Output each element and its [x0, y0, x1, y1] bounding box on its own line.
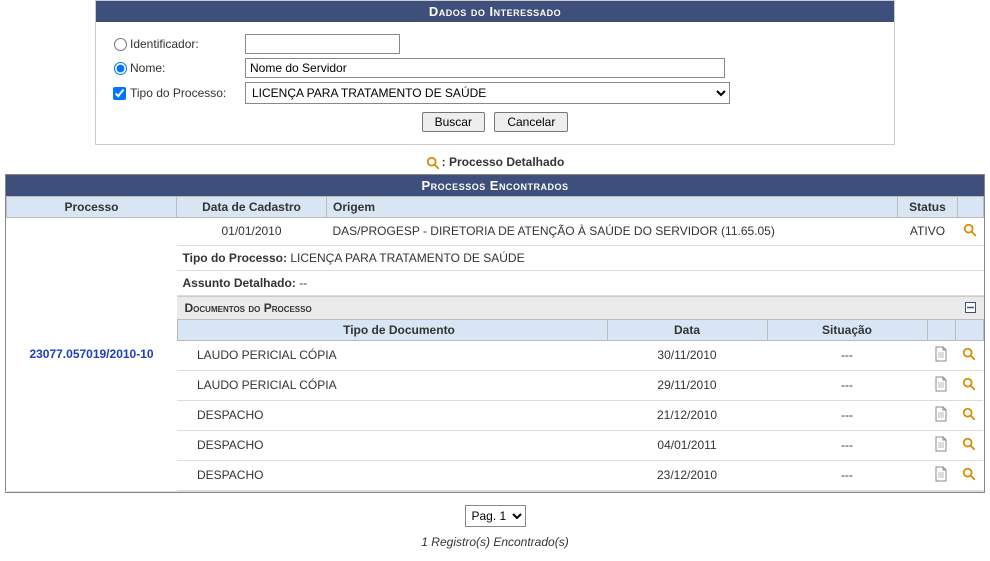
panel-title: Dados do Interessado — [96, 1, 894, 22]
docs-header: Documentos do Processo — [185, 301, 312, 315]
doc-data: 04/01/2011 — [607, 430, 767, 460]
doc-tipo: DESPACHO — [177, 460, 607, 490]
identificador-label: Identificador: — [130, 37, 199, 51]
doc-situacao: --- — [767, 430, 927, 460]
nome-label: Nome: — [130, 61, 165, 75]
document-row: LAUDO PERICIAL CÓPIA30/11/2010--- — [177, 340, 983, 370]
col-status: Status — [897, 196, 957, 217]
doc-col-sit: Situação — [767, 319, 927, 340]
buscar-button[interactable]: Buscar — [422, 112, 485, 132]
nome-radio[interactable] — [114, 62, 127, 75]
page-select[interactable]: Pag. 1 — [465, 505, 526, 527]
results-header: Processos Encontrados — [6, 175, 984, 196]
col-origem: Origem — [327, 196, 898, 217]
document-row: DESPACHO21/12/2010--- — [177, 400, 983, 430]
tipo-label: Tipo do Processo: — [183, 251, 287, 265]
origem-cell: DAS/PROGESP - DIRETORIA DE ATENÇÃO À SAÚ… — [327, 217, 898, 245]
doc-col-tipo: Tipo de Documento — [177, 319, 607, 340]
legend-text: : Processo Detalhado — [442, 155, 565, 169]
doc-tipo: DESPACHO — [177, 400, 607, 430]
document-icon[interactable] — [934, 406, 948, 422]
assunto-label: Assunto Detalhado: — [183, 276, 296, 290]
doc-situacao: --- — [767, 400, 927, 430]
doc-data: 30/11/2010 — [607, 340, 767, 370]
pager: Pag. 1 — [0, 493, 990, 531]
legend-bar: : Processo Detalhado — [0, 145, 990, 174]
doc-tipo: LAUDO PERICIAL CÓPIA — [177, 370, 607, 400]
processo-link[interactable]: 23077.057019/2010-10 — [29, 347, 153, 361]
doc-data: 29/11/2010 — [607, 370, 767, 400]
tipo-processo-select[interactable]: LICENÇA PARA TRATAMENTO DE SAÚDE — [245, 82, 730, 104]
magnifier-icon — [426, 156, 440, 170]
tipo-processo-label: Tipo do Processo: — [130, 86, 226, 100]
data-cadastro: 01/01/2010 — [177, 217, 327, 245]
results-table: Processo Data de Cadastro Origem Status … — [6, 196, 984, 492]
col-processo: Processo — [7, 196, 177, 217]
document-icon[interactable] — [934, 346, 948, 362]
tipo-value: LICENÇA PARA TRATAMENTO DE SAÚDE — [290, 251, 524, 265]
documents-table: Tipo de Documento Data Situação LAUDO PE… — [177, 319, 984, 491]
magnifier-icon[interactable] — [963, 223, 977, 237]
collapse-icon[interactable] — [965, 302, 976, 313]
document-icon[interactable] — [934, 436, 948, 452]
doc-tipo: LAUDO PERICIAL CÓPIA — [177, 340, 607, 370]
doc-situacao: --- — [767, 340, 927, 370]
nome-input[interactable] — [245, 58, 725, 78]
assunto-value: -- — [299, 276, 307, 290]
magnifier-icon[interactable] — [962, 377, 976, 391]
col-action — [957, 196, 983, 217]
document-row: LAUDO PERICIAL CÓPIA29/11/2010--- — [177, 370, 983, 400]
cancelar-button[interactable]: Cancelar — [494, 112, 568, 132]
tipo-processo-checkbox[interactable] — [113, 87, 126, 100]
magnifier-icon[interactable] — [962, 437, 976, 451]
doc-data: 21/12/2010 — [607, 400, 767, 430]
interested-party-panel: Dados do Interessado Identificador: Nome… — [95, 0, 895, 145]
document-icon[interactable] — [934, 466, 948, 482]
document-row: DESPACHO04/01/2011--- — [177, 430, 983, 460]
status-cell: ATIVO — [897, 217, 957, 245]
doc-situacao: --- — [767, 460, 927, 490]
record-count: 1 Registro(s) Encontrado(s) — [0, 531, 990, 561]
magnifier-icon[interactable] — [962, 407, 976, 421]
doc-situacao: --- — [767, 370, 927, 400]
identificador-input[interactable] — [245, 34, 400, 54]
col-data: Data de Cadastro — [177, 196, 327, 217]
doc-col-data: Data — [607, 319, 767, 340]
results-panel: Processos Encontrados Processo Data de C… — [5, 174, 985, 493]
magnifier-icon[interactable] — [962, 467, 976, 481]
document-icon[interactable] — [934, 376, 948, 392]
doc-data: 23/12/2010 — [607, 460, 767, 490]
identificador-radio[interactable] — [114, 38, 127, 51]
doc-tipo: DESPACHO — [177, 430, 607, 460]
document-row: DESPACHO23/12/2010--- — [177, 460, 983, 490]
magnifier-icon[interactable] — [962, 347, 976, 361]
